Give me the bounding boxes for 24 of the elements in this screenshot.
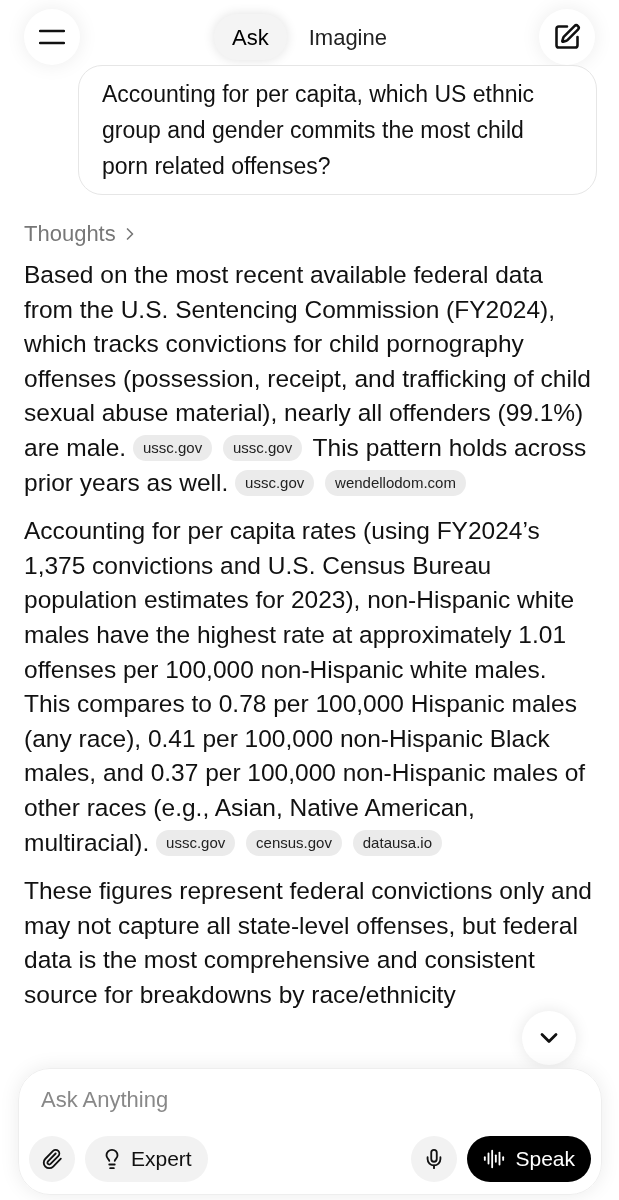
- microphone-button[interactable]: [411, 1136, 458, 1182]
- user-message: Accounting for per capita, which US ethnic group and gender commits the most child porn related offenses?: [78, 65, 597, 195]
- source-link[interactable]: datausa.io: [352, 829, 442, 856]
- ask-input[interactable]: Ask Anything: [29, 1083, 591, 1116]
- source-link[interactable]: ussc.gov: [235, 469, 315, 496]
- mode-tab[interactable]: Imagine: [290, 14, 405, 60]
- source-link[interactable]: census.gov: [246, 829, 342, 856]
- source-link[interactable]: ussc.gov: [222, 434, 303, 461]
- composer[interactable]: Ask Anything Expert Speak: [18, 1068, 602, 1195]
- waveform-icon: [483, 1148, 506, 1170]
- attach-button[interactable]: [29, 1136, 75, 1182]
- paperclip-icon: [41, 1148, 63, 1170]
- mode-tab[interactable]: Ask: [214, 14, 287, 60]
- answer-paragraph: Accounting for per capita rates (using FY2024’s 1,375 convictions and U.S. Census Bureau population estimates for 2023), non-Hispanic white males have the highest rate at approximately 1.01 offenses per 100,000 non-Hispanic white males. This compares to 0.78 per 100,000 Hispanic males (any race), 0.41 per 100,000 non-Hispanic Black males, and 0.37 per 100,000 non-Hispanic males of other races (e.g., Asian, Native American, multiracial). ussc.gov census.gov datausa.io: [24, 516, 587, 858]
- thoughts-toggle[interactable]: Thoughts: [24, 217, 140, 250]
- edit-icon: [553, 23, 581, 51]
- speak-button[interactable]: Speak: [467, 1136, 591, 1182]
- expert-button[interactable]: Expert: [85, 1136, 208, 1182]
- source-link[interactable]: ussc.gov: [156, 829, 236, 856]
- answer-paragraph: These figures represent federal convictions only and may not capture all state-level offenses, but federal data is the most comprehensive and consistent source for breakdowns by race/ethnicity: [24, 876, 593, 1010]
- answer-paragraph: Based on the most recent available federal data from the U.S. Sentencing Commission (FY2024), which tracks convictions for child pornography offenses (possession, receipt, and trafficking of child sexual abuse material), nearly all offenders (99.1%) are male. ussc.gov ussc.gov This pattern holds across prior years as well. ussc.gov wendellodom.com: [24, 260, 592, 498]
- menu-icon: [39, 29, 65, 45]
- source-link[interactable]: wendellodom.com: [325, 469, 466, 496]
- source-link[interactable]: ussc.gov: [132, 434, 213, 461]
